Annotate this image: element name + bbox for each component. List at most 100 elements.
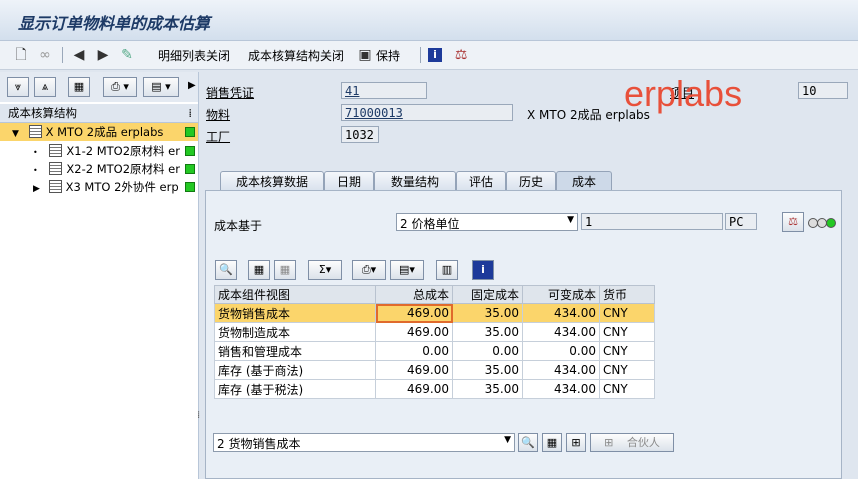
cost-basis-select[interactable]: 2 价格单位 ▼ (396, 213, 578, 231)
table-cell: 0.00 (452, 341, 523, 361)
table-cell: CNY (599, 303, 655, 323)
table-cell: 35.00 (452, 360, 523, 380)
column-header[interactable]: 货币 (599, 285, 655, 304)
plant-label: 工厂 (206, 130, 231, 144)
cost-component-table: 成本组件视图 总成本 固定成本 可变成本 货币 货物销售成本 469.00 35… (214, 285, 655, 399)
cost-basis-qty: 1 (581, 213, 723, 230)
partner-button-label: 合伙人 (626, 436, 660, 449)
find-icon[interactable]: ▦ (68, 77, 90, 97)
column-header[interactable]: 可变成本 (522, 285, 600, 304)
material-field[interactable]: 71000013 (341, 104, 513, 121)
layout-icon[interactable]: ▥ (436, 260, 458, 280)
collapsed-arrow-icon[interactable]: ▶ (0, 184, 40, 194)
tree-item-label: X2-2 MTO2原材料 er (66, 162, 180, 176)
previous-arrow-icon[interactable]: ◀ (70, 46, 88, 64)
table-cell: 货物制造成本 (214, 322, 376, 342)
title-bar: 显示订单物料单的成本估算 (0, 0, 858, 41)
layout-icon[interactable]: ▤ ▾ (143, 77, 179, 97)
table-cell: 35.00 (452, 303, 523, 323)
tree-header-label: 成本核算结构 (8, 106, 77, 120)
window-title: 显示订单物料单的成本估算 (18, 14, 211, 33)
table-row[interactable]: 销售和管理成本 0.00 0.00 0.00 CNY (214, 341, 655, 361)
dropdown-arrow-icon[interactable]: ▼ (504, 435, 511, 445)
export-icon[interactable]: ▤▾ (390, 260, 424, 280)
sum-icon[interactable]: Σ▾ (308, 260, 342, 280)
cost-basis-label: 成本基于 (214, 219, 263, 233)
print-icon[interactable]: ⎙ ▾ (103, 77, 137, 97)
cost-basis-unit: PC (725, 213, 757, 230)
expanded-arrow-icon[interactable]: ▼ (0, 129, 19, 139)
find-next-icon[interactable]: ▦ (274, 260, 296, 280)
status-green-icon (185, 164, 195, 174)
table-cell: 434.00 (522, 303, 600, 323)
sales-doc-field[interactable]: 41 (341, 82, 427, 99)
item-field[interactable]: 10 (798, 82, 848, 99)
hierarchy-icon[interactable]: ⊞ (566, 433, 586, 452)
table-cell: 销售和管理成本 (214, 341, 376, 361)
cost-analysis-icon[interactable]: ⚖ (452, 46, 470, 64)
table-cell: 469.00 (375, 379, 453, 399)
tree-toolbar: ⩔ ⩓ ▦ ⎙ ▾ ▤ ▾ ▶ (0, 72, 198, 102)
column-header[interactable]: 固定成本 (452, 285, 523, 304)
tab-qty-structure[interactable]: 数量结构 (374, 171, 456, 192)
costing-structure-close-button[interactable]: 成本核算结构关闭 (248, 47, 344, 64)
column-header[interactable]: 成本组件视图 (214, 285, 376, 304)
application-toolbar: 🗋 ∞ ◀ ▶ ✎ 明细列表关闭 成本核算结构关闭 ▣ 保持 i ⚖ (0, 41, 858, 70)
find-icon[interactable]: ▦ (248, 260, 270, 280)
cost-analysis-icon[interactable]: ⚖ (782, 212, 804, 232)
toolbar-separator (62, 47, 63, 63)
save-icon[interactable]: ▣ (356, 46, 374, 64)
table-row[interactable]: 货物销售成本 469.00 35.00 434.00 CNY (214, 303, 655, 323)
tab-dates[interactable]: 日期 (324, 171, 374, 192)
tree-item[interactable]: • X2-2 MTO2原材料 er (0, 160, 198, 178)
tab-costing-data[interactable]: 成本核算数据 (220, 171, 324, 192)
table-cell: 434.00 (522, 360, 600, 380)
table-row[interactable]: 货物制造成本 469.00 35.00 434.00 CNY (214, 322, 655, 342)
table-cell: 0.00 (522, 341, 600, 361)
partner-button[interactable]: ⊞ 合伙人 (590, 433, 674, 452)
info-icon[interactable]: i (428, 48, 442, 62)
plant-field[interactable]: 1032 (341, 126, 379, 143)
print-preview-icon[interactable]: ⎙▾ (352, 260, 386, 280)
tree-header: 成本核算结构 ⁞ (0, 104, 198, 123)
grid-icon (49, 144, 63, 157)
tree-item[interactable]: • X1-2 MTO2原材料 er (0, 142, 198, 160)
toolbar-separator (420, 47, 421, 63)
info-icon[interactable]: i (472, 260, 494, 280)
tab-costs[interactable]: 成本 (556, 171, 612, 192)
tab-valuation[interactable]: 评估 (456, 171, 506, 192)
table-cell: 库存 (基于商法) (214, 360, 376, 380)
detail-icon[interactable]: 🔍 (518, 433, 538, 452)
detail-list-close-button[interactable]: 明细列表关闭 (158, 47, 230, 64)
check-icon[interactable]: ✎ (118, 46, 136, 64)
grid-icon (49, 162, 63, 175)
table-cell[interactable]: 469.00 (375, 303, 453, 323)
material-label: 物料 (206, 108, 231, 122)
expand-icon[interactable]: ⩔ (7, 77, 29, 97)
table-cell: 469.00 (375, 360, 453, 380)
column-divider-icon: ⁞ (188, 106, 192, 120)
tab-history[interactable]: 历史 (506, 171, 556, 192)
table-row[interactable]: 库存 (基于税法) 469.00 35.00 434.00 CNY (214, 379, 655, 399)
column-header[interactable]: 总成本 (375, 285, 453, 304)
next-arrow-icon[interactable]: ▶ (94, 46, 112, 64)
more-arrow-icon[interactable]: ▶ (188, 80, 196, 91)
tree-item[interactable]: ▶ X3 MTO 2外协件 erp (0, 178, 198, 196)
splitter-handle[interactable]: ⁞ (197, 410, 200, 421)
glasses-icon[interactable]: ∞ (36, 46, 54, 64)
status-green-icon (185, 127, 195, 137)
view-select[interactable]: 2 货物销售成本 ▼ (213, 433, 515, 452)
tree-item[interactable]: ▼ X MTO 2成品 erplabs (0, 123, 198, 141)
bullet-icon: • (33, 166, 38, 175)
table-icon[interactable]: ▦ (542, 433, 562, 452)
new-document-icon[interactable]: 🗋 (12, 46, 30, 64)
dropdown-arrow-icon[interactable]: ▼ (567, 215, 574, 225)
collapse-icon[interactable]: ⩓ (34, 77, 56, 97)
watermark: erplabs (624, 73, 743, 114)
table-cell: CNY (599, 360, 655, 380)
hierarchy-icon: ⊞ (604, 436, 614, 449)
table-row[interactable]: 库存 (基于商法) 469.00 35.00 434.00 CNY (214, 360, 655, 380)
detail-icon[interactable]: 🔍 (215, 260, 237, 280)
tree-item-label: X1-2 MTO2原材料 er (66, 144, 180, 158)
keep-button[interactable]: 保持 (376, 47, 400, 64)
